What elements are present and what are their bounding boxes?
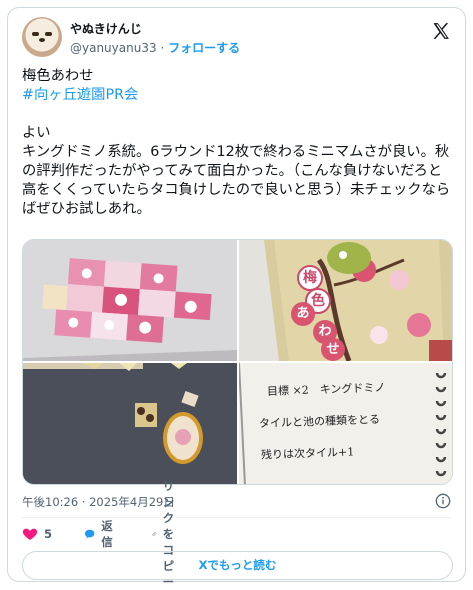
tile-char-3: あ	[291, 302, 315, 326]
display-name[interactable]: やぬきけんじ	[70, 20, 142, 37]
user-handle[interactable]: @yanuyanu33	[70, 41, 157, 55]
x-logo-icon[interactable]	[431, 21, 451, 41]
tweet-header: やぬきけんじ @yanuyanu33 · フォローする	[22, 17, 451, 59]
photo-tiles-image	[23, 240, 237, 361]
tweet-text: 梅色あわせ #向ヶ丘遊園PR会 よい キングドミノ系統。6ラウンド12枚で終わる…	[22, 67, 454, 219]
info-icon[interactable]	[435, 493, 451, 509]
media-grid[interactable]: 梅 色 あ わ せ 目標 ×2 キングドミノ タイルと池の種類をとる 残りは次タ…	[22, 239, 453, 485]
tweet-card: やぬきけんじ @yanuyanu33 · フォローする 梅色あわせ #向ヶ丘遊園…	[7, 7, 466, 589]
note-line-3: 残りは次タイル+1	[260, 445, 355, 462]
photo-tile-characters[interactable]: 梅 色 あ わ せ	[239, 240, 452, 361]
reply-label: 返信	[101, 519, 113, 549]
photo-tiles-table[interactable]	[23, 240, 237, 361]
tweet-body: よい キングドミノ系統。6ラウンド12枚で終わるミニマムさが良い。秋の評判作だっ…	[22, 125, 451, 217]
photo-tokens[interactable]	[23, 363, 237, 484]
tweet-title-line: 梅色あわせ	[22, 68, 94, 84]
like-count: 5	[44, 527, 53, 541]
photo-characters-image	[239, 240, 452, 361]
photo-tokens-image	[23, 363, 237, 484]
avatar-eye	[45, 32, 52, 36]
link-icon	[152, 532, 157, 536]
read-more-button[interactable]: Xでもっと読む	[22, 551, 453, 580]
avatar-nose	[39, 38, 45, 42]
avatar[interactable]	[22, 17, 62, 57]
like-button[interactable]: 5	[22, 523, 52, 545]
divider	[22, 517, 451, 518]
follow-button[interactable]: フォローする	[168, 41, 240, 55]
timestamp-link[interactable]: 午後10:26 · 2025年4月29日	[22, 494, 175, 510]
reply-bubble-icon	[84, 529, 95, 539]
handle-row: @yanuyanu33 · フォローする	[70, 39, 240, 56]
separator-dot: ·	[160, 41, 165, 55]
tile-char-5: せ	[321, 338, 345, 361]
avatar-eye	[32, 32, 39, 36]
heart-icon	[22, 528, 38, 540]
photo-notebook[interactable]: 目標 ×2 キングドミノ タイルと池の種類をとる 残りは次タイル+1	[239, 363, 452, 484]
reply-button[interactable]: 返信	[84, 519, 118, 549]
hashtag-link[interactable]: #向ヶ丘遊園PR会	[22, 87, 138, 103]
copy-link-button[interactable]: リンクをコピー	[152, 479, 186, 589]
